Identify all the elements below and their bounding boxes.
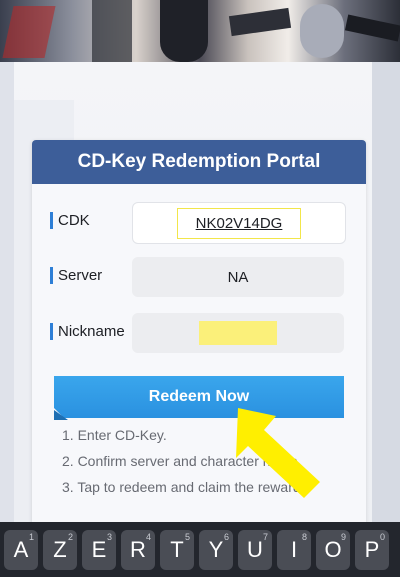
portal-title: CD-Key Redemption Portal (32, 140, 366, 184)
key-z[interactable]: Z2 (43, 530, 77, 570)
nickname-redaction-highlight (199, 321, 277, 345)
server-label-row: Server (50, 267, 102, 284)
server-label: Server (58, 267, 103, 284)
server-field[interactable]: NA (132, 257, 344, 297)
server-accent-bar (50, 267, 53, 284)
key-u[interactable]: U7 (238, 530, 272, 570)
nickname-field[interactable] (132, 313, 344, 353)
on-screen-keyboard: A1 Z2 E3 R4 T5 Y6 U7 I8 O9 P0 (0, 522, 400, 577)
right-edge-panel (372, 62, 400, 522)
cdk-field[interactable]: NK02V14DG (132, 202, 346, 244)
key-o[interactable]: O9 (316, 530, 350, 570)
key-t[interactable]: T5 (160, 530, 194, 570)
nickname-label-row: Nickname (50, 323, 125, 340)
yellow-arrow-icon (236, 408, 320, 498)
key-i[interactable]: I8 (277, 530, 311, 570)
nickname-accent-bar (50, 323, 53, 340)
cdk-accent-bar (50, 212, 53, 229)
cdk-label-row: CDK (50, 212, 90, 229)
key-a[interactable]: A1 (4, 530, 38, 570)
nickname-label: Nickname (58, 323, 125, 340)
key-e[interactable]: E3 (82, 530, 116, 570)
key-r[interactable]: R4 (121, 530, 155, 570)
game-art-banner (0, 0, 400, 62)
server-value: NA (227, 268, 249, 286)
cdk-label: CDK (58, 212, 90, 229)
cdk-input-value[interactable]: NK02V14DG (176, 207, 302, 239)
key-y[interactable]: Y6 (199, 530, 233, 570)
left-edge-panel (0, 62, 14, 522)
key-p[interactable]: P0 (355, 530, 389, 570)
